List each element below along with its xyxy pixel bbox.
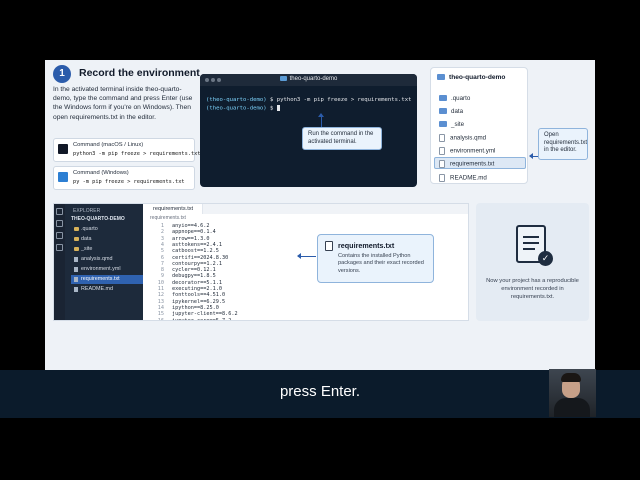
slide: 1 Record the environment In the activate… <box>45 60 595 370</box>
step-instructions: In the activated terminal inside theo-qu… <box>53 86 193 121</box>
checkmark-icon: ✓ <box>538 251 553 266</box>
terminal-icon <box>58 144 68 154</box>
project-root: THEO-QUARTO-DEMO <box>71 216 125 222</box>
command-card-windows: Command (Windows) py -m pip freeze > req… <box>53 166 195 190</box>
terminal-prompt[interactable]: (theo-quarto-demo) $ <box>206 105 280 112</box>
line-number: 11 <box>157 286 164 292</box>
command-card-macos-linux: Command (macOS / Linux) python3 -m pip f… <box>53 138 201 162</box>
step-title: Record the environment <box>79 67 200 79</box>
explorer-label: EXPLORER <box>73 208 101 214</box>
line-number: 4 <box>160 241 164 248</box>
code-line[interactable]: jupyter-client==8.6.2 <box>172 311 238 317</box>
code-line[interactable]: catboost==1.2.5 <box>172 248 219 254</box>
line-number: 15 <box>157 311 164 318</box>
subtitle-text: press Enter. <box>279 383 361 400</box>
terminal-callout: Run the command in the activated termina… <box>302 127 382 150</box>
folder-icon <box>439 121 447 128</box>
run-icon[interactable] <box>56 244 63 251</box>
file-explorer-card: theo-quarto-demo .quarto data _site anal… <box>430 67 528 184</box>
code-line[interactable]: debugpy==1.8.5 <box>172 273 216 279</box>
code-line[interactable]: certifi==2024.8.30 <box>172 255 228 261</box>
terminal-window[interactable]: theo-quarto-demo (theo-quarto-demo) $ py… <box>200 74 417 187</box>
explorer-item[interactable]: environment.yml <box>439 147 495 155</box>
code-line[interactable]: contourpy==1.2.1 <box>172 261 222 267</box>
folder-icon <box>439 95 447 102</box>
windows-icon <box>58 172 68 182</box>
explorer-item[interactable]: data <box>439 108 463 115</box>
code-line[interactable]: ipykernel==6.29.5 <box>172 299 225 305</box>
explorer-item-selected[interactable]: requirements.txt <box>434 157 526 169</box>
line-number: 9 <box>160 273 164 280</box>
files-icon[interactable] <box>56 208 63 215</box>
code-line[interactable]: fonttools==4.51.0 <box>172 292 225 298</box>
code-line[interactable]: executing==2.1.0 <box>172 286 222 292</box>
file-icon <box>439 134 445 142</box>
terminal-titlebar: theo-quarto-demo <box>200 74 417 86</box>
line-number: 13 <box>157 298 164 305</box>
arrow-left-icon <box>297 253 316 259</box>
sidebar-item[interactable]: data <box>71 235 143 244</box>
sidebar-item-selected[interactable]: requirements.txt <box>71 275 143 284</box>
folder-icon <box>439 108 447 115</box>
code-line[interactable]: anyio==4.6.2 <box>172 223 209 229</box>
requirements-callout: requirements.txt Contains the installed … <box>317 234 434 283</box>
folder-icon <box>279 76 287 81</box>
command-code: py -m pip freeze > requirements.txt <box>73 179 185 185</box>
sidebar-item[interactable]: _site <box>71 245 143 254</box>
code-line[interactable]: ipython==8.25.0 <box>172 305 219 311</box>
file-icon <box>439 147 445 155</box>
line-number: 10 <box>157 279 164 286</box>
callout-text: Contains the installed Python packages a… <box>338 253 424 274</box>
step-number-badge: 1 <box>53 65 71 83</box>
open-file-callout: Open requirements.txt in the editor. <box>538 128 588 160</box>
editor-sidebar: EXPLORER THEO-QUARTO-DEMO .quarto data _… <box>65 204 143 320</box>
line-number: 12 <box>157 292 164 299</box>
command-code: python3 -m pip freeze > requirements.txt <box>73 151 201 157</box>
folder-icon <box>437 74 445 81</box>
code-line[interactable]: decorator==5.1.1 <box>172 280 222 286</box>
search-icon[interactable] <box>56 220 63 227</box>
command-label: Command (Windows) <box>73 170 129 176</box>
line-number: 1 <box>160 223 164 229</box>
explorer-item[interactable]: analysis.qmd <box>439 134 486 142</box>
completion-text: Now your project has a reproducible envi… <box>486 278 579 300</box>
document-icon <box>325 241 333 251</box>
line-number: 8 <box>160 267 164 274</box>
line-number: 6 <box>160 254 164 261</box>
file-icon <box>439 174 445 182</box>
completion-card: ✓ Now your project has a reproducible en… <box>476 203 589 321</box>
sidebar-item[interactable]: analysis.qmd <box>71 255 143 264</box>
arrow-left-icon <box>529 153 538 159</box>
code-line[interactable]: arrow==1.3.0 <box>172 236 209 242</box>
presenter-webcam <box>549 369 596 417</box>
explorer-item[interactable]: _site <box>439 121 464 128</box>
command-label: Command (macOS / Linux) <box>73 142 144 148</box>
breadcrumb[interactable]: requirements.txt <box>150 215 186 221</box>
arrow-up-icon <box>318 113 324 127</box>
sidebar-item[interactable]: environment.yml <box>71 265 143 274</box>
file-icon <box>439 160 445 168</box>
callout-title: requirements.txt <box>338 241 395 250</box>
code-line[interactable]: jupyter-core==5.7.2 <box>172 318 231 321</box>
explorer-item[interactable]: README.md <box>439 174 487 182</box>
line-number: 3 <box>160 235 164 242</box>
line-number: 14 <box>157 304 164 311</box>
code-line[interactable]: cycler==0.12.1 <box>172 267 216 273</box>
cursor <box>276 105 280 111</box>
line-number: 7 <box>160 260 164 267</box>
source-control-icon[interactable] <box>56 232 63 239</box>
line-number: 5 <box>160 248 164 255</box>
code-line[interactable]: appnope==0.1.4 <box>172 229 216 235</box>
code-line[interactable]: asttokens==2.4.1 <box>172 242 222 248</box>
terminal-line: (theo-quarto-demo) $ python3 -m pip free… <box>206 97 412 103</box>
tab-requirements[interactable]: requirements.txt <box>143 204 203 214</box>
line-number: 16 <box>157 317 164 321</box>
line-number: 2 <box>160 229 164 236</box>
sidebar-item[interactable]: .quarto <box>71 225 143 234</box>
sidebar-item[interactable]: README.md <box>71 285 143 294</box>
terminal-title: theo-quarto-demo <box>289 76 338 83</box>
activity-bar <box>54 204 65 320</box>
explorer-card-title: theo-quarto-demo <box>449 74 506 81</box>
explorer-item[interactable]: .quarto <box>439 95 470 102</box>
